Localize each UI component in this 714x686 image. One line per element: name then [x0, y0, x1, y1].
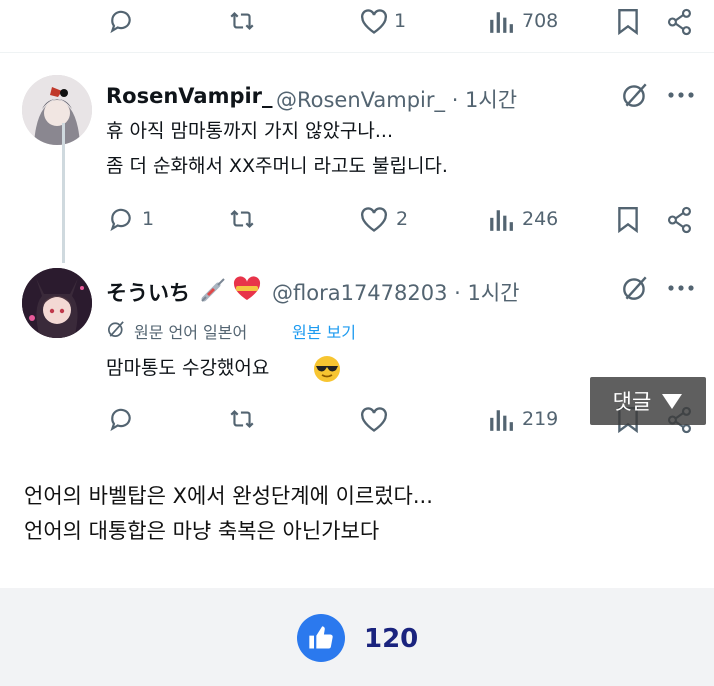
share-icon[interactable] [666, 206, 694, 234]
thumbs-up-icon [307, 624, 335, 652]
more-icon[interactable] [668, 285, 694, 291]
translate-icon [106, 319, 126, 339]
divider [0, 52, 714, 53]
triangle-down-icon [661, 392, 683, 410]
retweet-icon[interactable] [228, 406, 256, 432]
caption-line2: 언어의 대통합은 마냥 축복은 아닌가보다 [24, 519, 380, 543]
grok-icon[interactable] [620, 273, 650, 303]
tweet1-author-name[interactable]: RosenVampir_ [106, 84, 273, 108]
views-count: 246 [522, 208, 559, 230]
tweet2-author-name[interactable]: そういち [106, 277, 190, 307]
tweet1-text-line2: 좀 더 순화해서 XX주머니 라고도 불립니다. [106, 155, 448, 177]
heart-emoji-icon [232, 276, 262, 302]
translated-from-note: 원문 언어 일본어 [134, 323, 248, 342]
bookmark-icon[interactable] [617, 206, 639, 234]
caption-line1: 언어의 바벨탑은 X에서 완성단계에 이르렀다... [24, 484, 433, 508]
like-icon[interactable] [360, 9, 388, 35]
tweet2-text: 맘마통도 수강했어요 [106, 357, 270, 379]
comment-button[interactable]: 댓글 [590, 377, 706, 425]
retweet-icon[interactable] [228, 206, 256, 232]
avatar-souichi[interactable] [22, 268, 92, 338]
tweet1-author-handle[interactable]: @RosenVampir_ · 1시간 [276, 84, 517, 114]
views-icon[interactable] [489, 207, 513, 233]
show-original-link[interactable]: 원본 보기 [292, 319, 356, 343]
reply-count: 1 [142, 208, 155, 230]
tweet1-text-line1: 휴 아직 맘마통까지 가지 않았구나... [106, 120, 393, 142]
views-count: 219 [522, 408, 559, 430]
recommend-count: 120 [364, 624, 419, 654]
like-count: 2 [396, 208, 409, 230]
reply-icon[interactable] [108, 406, 134, 432]
comment-button-label: 댓글 [612, 390, 652, 414]
views-count: 708 [522, 10, 559, 32]
reply-icon[interactable] [108, 8, 134, 34]
share-icon[interactable] [666, 8, 694, 36]
reply-icon[interactable] [108, 206, 134, 232]
syringe-emoji-icon [200, 277, 228, 303]
bookmark-icon[interactable] [617, 8, 639, 36]
like-icon[interactable] [360, 407, 388, 433]
more-icon[interactable] [668, 92, 694, 98]
like-icon[interactable] [360, 207, 388, 233]
retweet-icon[interactable] [228, 8, 256, 34]
tweet2-author-handle[interactable]: @flora17478203 · 1시간 [272, 277, 520, 307]
like-count: 1 [394, 10, 407, 32]
grok-icon[interactable] [620, 80, 650, 110]
sunglasses-emoji-icon [312, 354, 342, 384]
views-icon[interactable] [489, 407, 513, 433]
thumbs-up-button[interactable] [297, 614, 345, 662]
views-icon[interactable] [489, 9, 513, 35]
thread-line [62, 123, 65, 263]
avatar-rosenvampir[interactable] [22, 75, 92, 145]
recommend-bar [0, 588, 714, 686]
